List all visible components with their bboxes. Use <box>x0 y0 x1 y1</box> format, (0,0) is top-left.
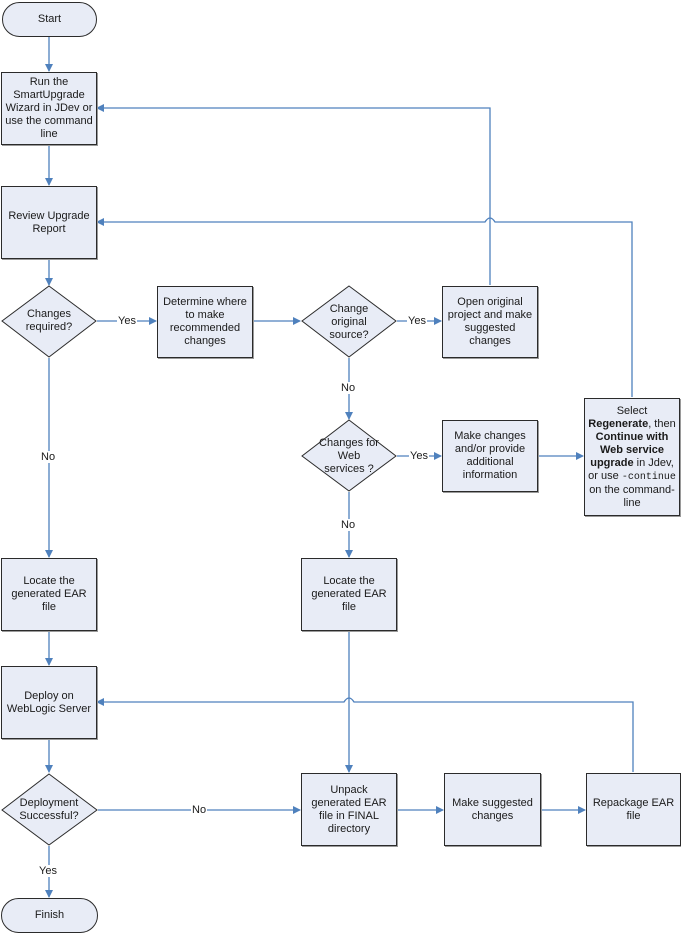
terminal-finish: Finish <box>1 898 98 933</box>
process-review-report: Review Upgrade Report <box>1 186 97 259</box>
process-run-wizard-label: Run the SmartUpgrade Wizard in JDev or u… <box>5 76 93 140</box>
edge-label-changes-no: No <box>40 451 57 463</box>
decision-changes-web-label: Changes for Web services ? <box>319 436 379 475</box>
process-open-original-label: Open original project and make suggested… <box>447 296 533 347</box>
process-repackage: Repackage EAR file <box>586 773 681 846</box>
select-text: Select <box>616 404 648 417</box>
process-unpack-label: Unpack generated EAR file in FINAL direc… <box>311 783 387 835</box>
process-locate-ear-left: Locate the generated EAR file <box>1 558 97 631</box>
process-make-suggested-label: Make suggested changes <box>452 796 533 822</box>
process-make-suggested: Make suggested changes <box>444 773 541 846</box>
process-select-regenerate: Select Regenerate, then Continue with We… <box>584 398 680 516</box>
edge-label-change-original-yes: Yes <box>407 315 427 327</box>
regenerate-text: Regenerate <box>588 417 649 430</box>
decision-deployment-successful: Deployment Successful? <box>10 789 88 831</box>
process-unpack: Unpack generated EAR file in FINAL direc… <box>301 773 397 846</box>
edge-label-changes-web-no: No <box>340 519 357 531</box>
process-review-report-label: Review Upgrade Report <box>8 209 90 235</box>
edge-label-change-original-no: No <box>340 382 357 394</box>
edge-repackage-to-deploy <box>96 697 634 772</box>
decision-deployment-successful-label: Deployment Successful? <box>19 797 79 822</box>
process-select-regenerate-label: Select Regenerate, then Continue with We… <box>586 405 678 510</box>
command-line-text: on the command-line <box>589 483 675 509</box>
process-locate-ear-mid-label: Locate the generated EAR file <box>311 575 387 613</box>
process-locate-ear-mid: Locate the generated EAR file <box>301 558 397 631</box>
decision-changes-web: Changes for Web services ? <box>318 430 380 482</box>
edge-open-original-to-run <box>96 104 491 285</box>
terminal-start: Start <box>2 2 97 37</box>
decision-changes-required-label: Changes required? <box>25 308 73 333</box>
process-make-changes-provide: Make changes and/or provide additional i… <box>442 420 538 492</box>
edge-label-changes-yes: Yes <box>117 315 137 327</box>
terminal-finish-label: Finish <box>34 909 65 921</box>
continue-flag-text: -continue <box>621 471 676 483</box>
terminal-start-label: Start <box>37 13 62 25</box>
process-deploy-label: Deploy on WebLogic Server <box>6 689 92 715</box>
process-deploy: Deploy on WebLogic Server <box>1 666 97 739</box>
process-locate-ear-left-label: Locate the generated EAR file <box>11 575 87 613</box>
decision-change-original-label: Change original source? <box>329 302 369 341</box>
process-open-original: Open original project and make suggested… <box>442 286 538 358</box>
edge-label-changes-web-yes: Yes <box>409 450 429 462</box>
edge-label-deployment-yes: Yes <box>38 865 58 877</box>
edge-label-deployment-no: No <box>191 804 208 816</box>
decision-changes-required: Changes required? <box>20 300 78 342</box>
process-determine-where: Determine where to make recommended chan… <box>157 286 253 358</box>
process-make-changes-provide-label: Make changes and/or provide additional i… <box>454 430 526 481</box>
then-text: , then <box>648 417 676 430</box>
process-repackage-label: Repackage EAR file <box>592 796 675 822</box>
decision-change-original: Change original source? <box>318 296 380 348</box>
process-determine-where-label: Determine where to make recommended chan… <box>163 296 247 347</box>
process-run-wizard: Run the SmartUpgrade Wizard in JDev or u… <box>1 72 97 145</box>
